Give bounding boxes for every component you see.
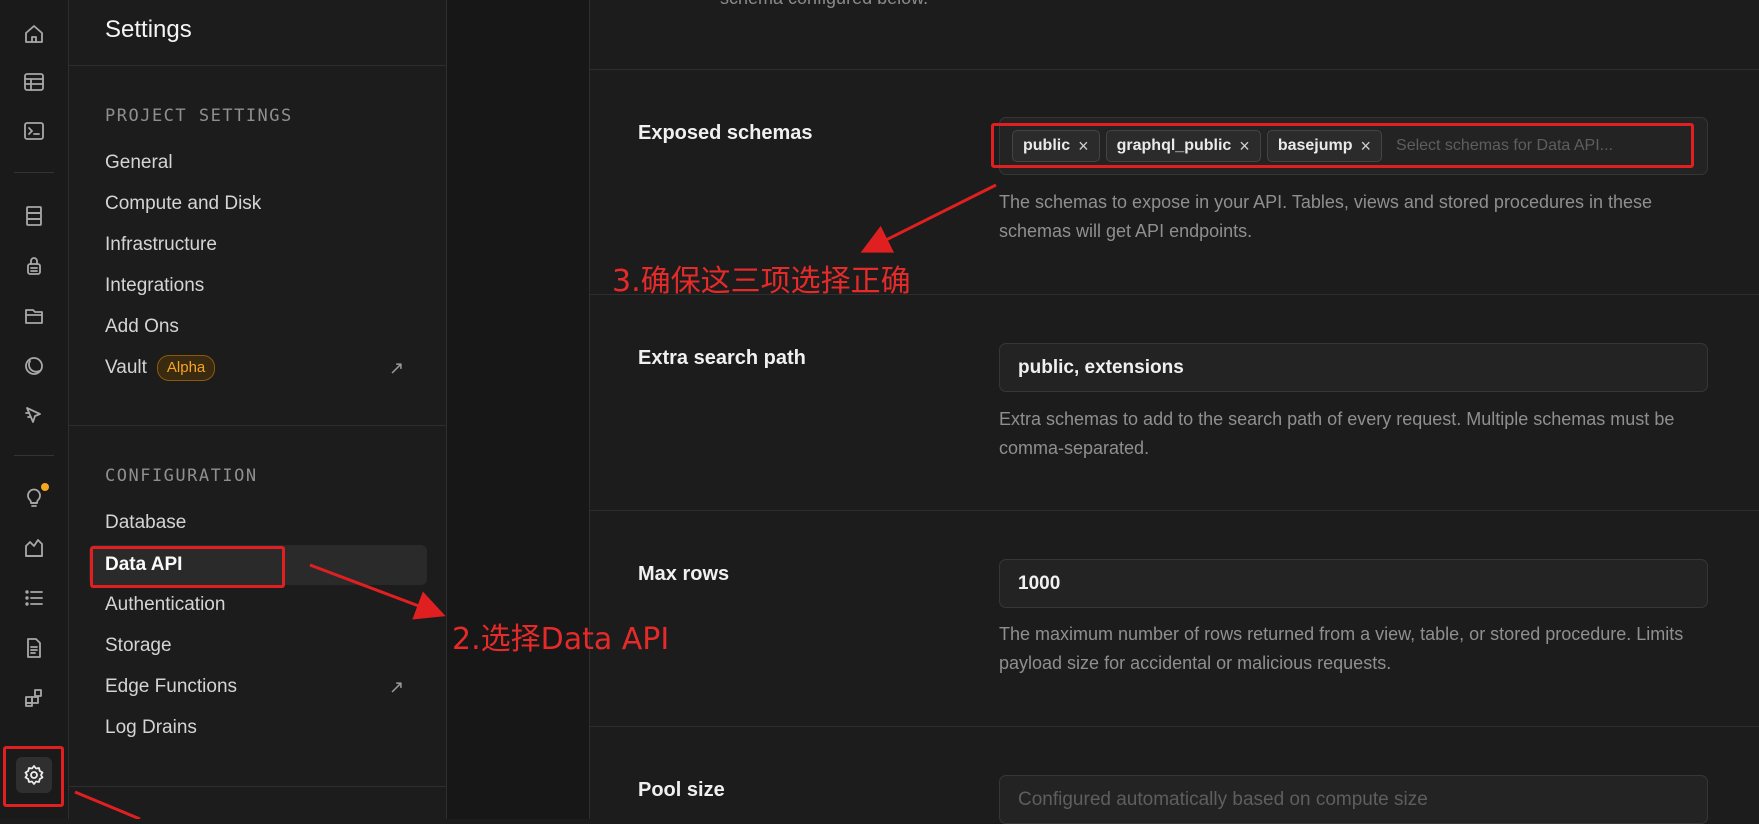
sidebar-item-log-drains[interactable]: Log Drains: [105, 715, 197, 741]
step-3-annotation: 3.确保这三项选择正确: [612, 264, 911, 299]
integrations-icon[interactable]: [16, 680, 52, 716]
home-icon[interactable]: [16, 16, 52, 52]
configuration-heading: CONFIGURATION: [105, 466, 258, 486]
sidebar-item-storage[interactable]: Storage: [105, 633, 172, 659]
sidebar-item-label: Vault: [105, 357, 147, 379]
exposed-schemas-help: The schemas to expose in your API. Table…: [999, 192, 1653, 241]
edge-functions-icon[interactable]: [16, 398, 52, 434]
notification-dot: [41, 483, 49, 491]
schemas-highlight-box: [991, 123, 1694, 168]
sidebar-item-authentication[interactable]: Authentication: [105, 592, 225, 618]
logs-icon[interactable]: [16, 580, 52, 616]
extra-search-path-help: Extra schemas to add to the search path …: [999, 409, 1675, 458]
auth-icon[interactable]: [16, 248, 52, 284]
settings-sidebar: Settings PROJECT SETTINGS General Comput…: [69, 0, 447, 819]
pool-size-label: Pool size: [638, 779, 725, 801]
sidebar-item-add-ons[interactable]: Add Ons: [105, 314, 179, 340]
api-docs-icon[interactable]: [16, 630, 52, 666]
step-2-annotation: 2.选择Data API: [452, 622, 670, 657]
project-settings-heading: PROJECT SETTINGS: [105, 106, 293, 126]
section-description: schema configured below.: [720, 0, 928, 9]
table-editor-icon[interactable]: [16, 64, 52, 100]
advisors-icon[interactable]: [16, 480, 52, 516]
page-title: Settings: [105, 16, 192, 43]
max-rows-input[interactable]: 1000: [999, 559, 1708, 608]
external-link-icon: ↗: [389, 358, 405, 378]
external-link-icon: ↗: [389, 677, 405, 697]
sql-editor-icon[interactable]: [16, 113, 52, 149]
settings-highlight-box: [3, 746, 64, 807]
storage-icon[interactable]: [16, 298, 52, 334]
sidebar-item-general[interactable]: General: [105, 150, 173, 176]
sidebar-item-integrations[interactable]: Integrations: [105, 273, 204, 299]
realtime-icon[interactable]: [16, 348, 52, 384]
sidebar-item-infrastructure[interactable]: Infrastructure: [105, 232, 217, 258]
data-api-highlight-box: [90, 546, 285, 588]
icon-rail: [0, 0, 69, 819]
extra-search-path-label: Extra search path: [638, 347, 806, 369]
reports-icon[interactable]: [16, 530, 52, 566]
sidebar-item-edge-functions[interactable]: Edge Functions: [105, 674, 237, 700]
alpha-badge: Alpha: [156, 355, 216, 381]
exposed-schemas-label: Exposed schemas: [638, 122, 813, 144]
database-icon[interactable]: [16, 198, 52, 234]
sidebar-item-database[interactable]: Database: [105, 510, 186, 536]
sidebar-item-vault[interactable]: Vault Alpha: [105, 355, 216, 381]
pool-size-input[interactable]: Configured automatically based on comput…: [999, 775, 1708, 824]
extra-search-path-input[interactable]: public, extensions: [999, 343, 1708, 392]
max-rows-label: Max rows: [638, 563, 730, 585]
max-rows-help: The maximum number of rows returned from…: [999, 624, 1684, 673]
sidebar-item-compute-and-disk[interactable]: Compute and Disk: [105, 191, 261, 217]
